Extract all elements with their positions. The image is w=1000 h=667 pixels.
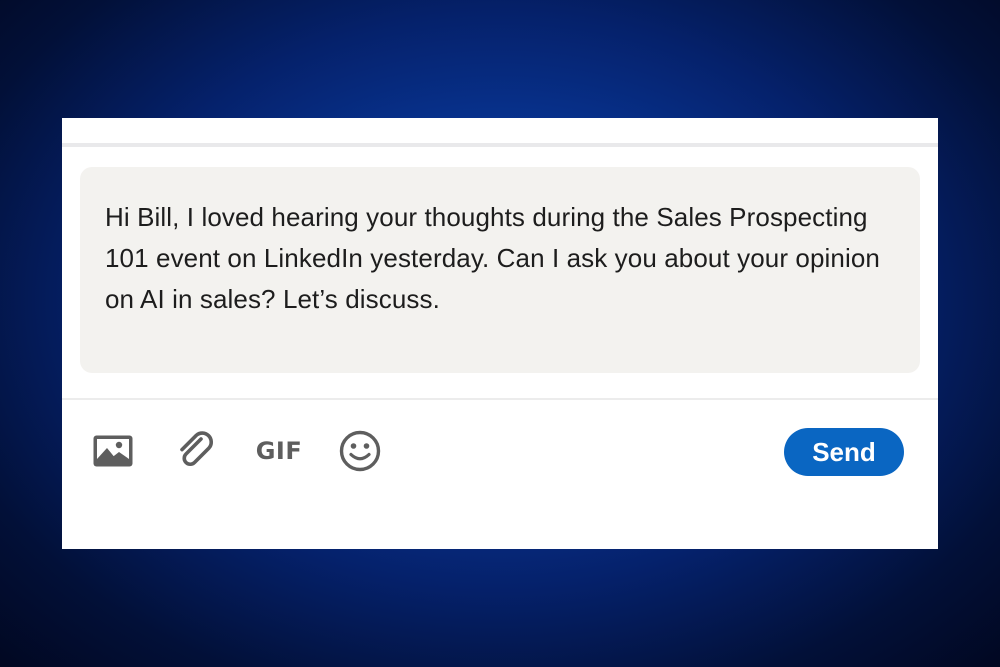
emoji-icon[interactable] <box>337 430 383 472</box>
paperclip-icon[interactable] <box>173 430 219 472</box>
send-button[interactable]: Send <box>784 428 904 476</box>
gif-label: GIF <box>255 437 303 465</box>
gif-icon[interactable]: GIF <box>251 430 307 472</box>
top-divider <box>62 143 938 147</box>
message-input[interactable]: Hi Bill, I loved hearing your thoughts d… <box>80 167 920 373</box>
message-text: Hi Bill, I loved hearing your thoughts d… <box>105 202 880 314</box>
toolbar-divider <box>62 398 938 400</box>
message-composer: Hi Bill, I loved hearing your thoughts d… <box>62 118 938 549</box>
image-icon[interactable] <box>91 430 135 472</box>
